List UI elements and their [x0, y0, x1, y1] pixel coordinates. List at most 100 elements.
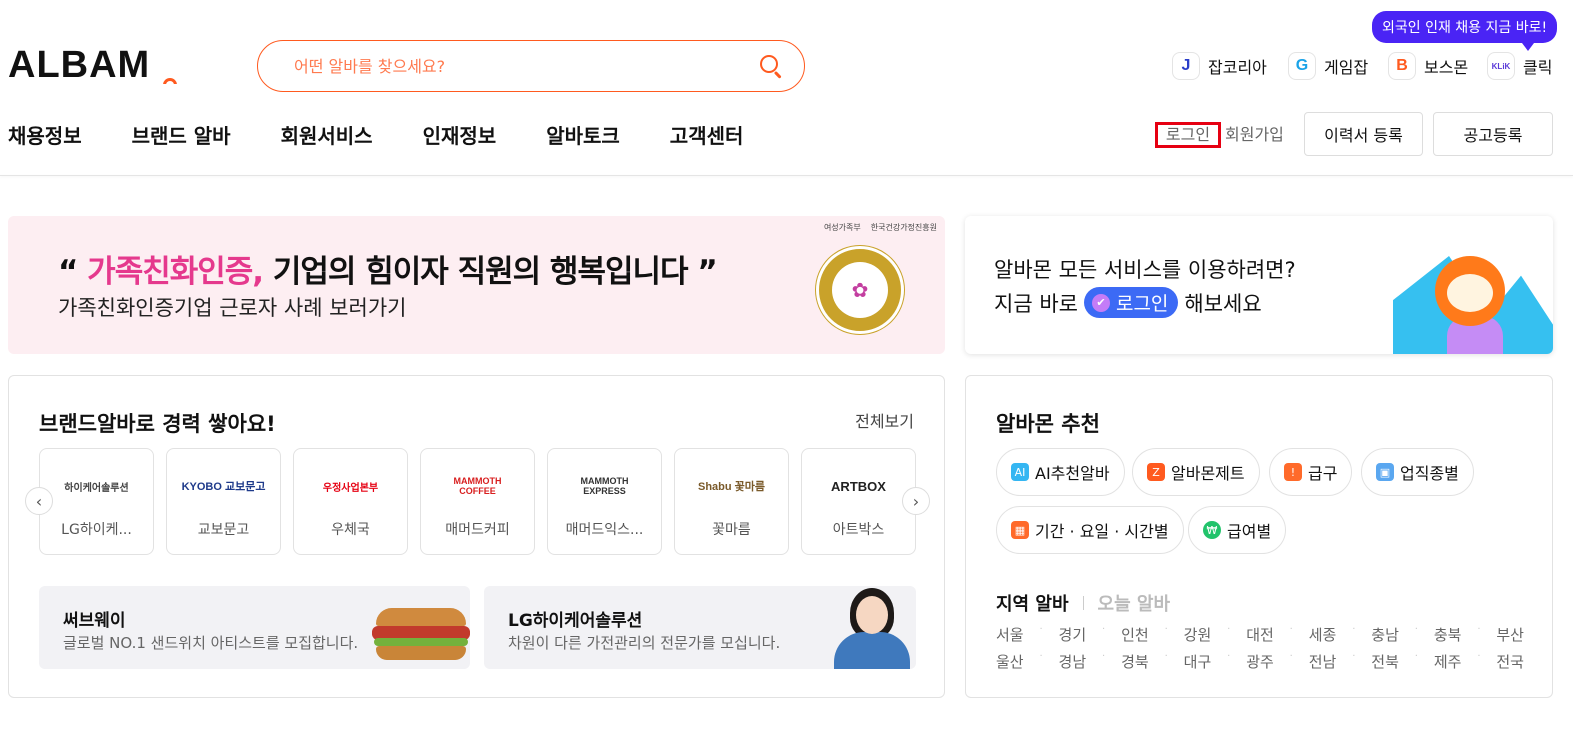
brand-card[interactable]: Shabu 꽃마름 꽃마름 — [674, 448, 789, 555]
region-link[interactable]: 부산 — [1496, 624, 1524, 645]
brand-name: LG하이케... — [61, 522, 132, 538]
region-list-row2: 울산 · 경남 · 경북 · 대구 · 광주 · 전남 · 전북 · 제주 · 전국 — [996, 651, 1524, 672]
chip-label: 알바몬제트 — [1171, 464, 1245, 483]
bossmon-icon: B — [1388, 52, 1416, 80]
region-link[interactable]: 전북 — [1371, 651, 1399, 672]
promo-card-lg-hicare[interactable]: LG하이케어솔루션 차원이 다른 가전관리의 전문가를 모십니다. — [484, 586, 916, 669]
brand-name: 매머드익스... — [565, 522, 644, 538]
tab-region-alba[interactable]: 지역 알바 — [996, 590, 1069, 616]
section-title: 브랜드알바로 경력 쌓아요! — [39, 412, 276, 436]
post-register-button[interactable]: 공고등록 — [1433, 112, 1553, 156]
region-link[interactable]: 충남 — [1371, 624, 1399, 645]
brand-logo: ARTBOX — [831, 478, 886, 494]
family-friendly-banner[interactable]: 여성가족부 한국건강가정진흥원 “ 가족친화인증, 기업의 힘이자 직원의 행복… — [8, 216, 945, 354]
foreign-talent-tooltip[interactable]: 외국인 인재 채용 지금 바로! — [1372, 11, 1558, 51]
region-link[interactable]: 강원 — [1184, 624, 1212, 645]
region-link[interactable]: 대구 — [1184, 651, 1212, 672]
prev-arrow-icon[interactable]: ‹ — [25, 487, 53, 515]
brand-logo: Shabu 꽃마름 — [697, 481, 766, 493]
nav-item-member[interactable]: 회원서비스 — [281, 120, 373, 149]
siren-icon: ! — [1284, 463, 1302, 481]
region-link[interactable]: 울산 — [996, 651, 1024, 672]
search-bar[interactable] — [257, 40, 805, 92]
brand-logo: 우정사업본부 — [322, 482, 379, 494]
gamejob-icon: G — [1288, 52, 1316, 80]
section-title: 알바몬 추천 — [996, 412, 1100, 436]
brand-card[interactable]: ARTBOX 아트박스 — [801, 448, 916, 555]
brand-name: 꽃마름 — [712, 522, 751, 538]
tab-today-alba[interactable]: 오늘 알바 — [1098, 590, 1171, 616]
albamon-recommend-section: 알바몬 추천 AI AI추천알바 Z 알바몬제트 ! 급구 ▣ 업직종별 ▦ 기… — [965, 375, 1553, 698]
nav-item-talent[interactable]: 인재정보 — [423, 120, 497, 149]
banner-headline: “ 가족친화인증, 기업의 힘이자 직원의 행복입니다 ” — [58, 246, 718, 291]
chip-period-day-time[interactable]: ▦ 기간 · 요일 · 시간별 — [996, 506, 1184, 554]
org-kihf: 한국건강가정진흥원 — [870, 223, 937, 232]
nav-item-brand[interactable]: 브랜드 알바 — [132, 120, 231, 149]
brand-card[interactable]: KYOBO 교보문고 교보문고 — [166, 448, 281, 555]
header-divider — [0, 175, 1573, 176]
chip-ai-recommend[interactable]: AI AI추천알바 — [996, 448, 1125, 496]
search-icon[interactable] — [758, 53, 784, 79]
region-link[interactable]: 경북 — [1121, 651, 1149, 672]
brand-logo: 하이케어솔루션 — [64, 482, 129, 494]
family-site-gamejob[interactable]: G 게임잡 — [1288, 52, 1368, 80]
chip-albamon-zet[interactable]: Z 알바몬제트 — [1132, 448, 1260, 496]
region-link[interactable]: 제주 — [1434, 651, 1462, 672]
login-link[interactable]: 로그인 — [1155, 122, 1221, 148]
region-link[interactable]: 충북 — [1434, 624, 1462, 645]
brand-card[interactable]: 하이케어솔루션 LG하이케... — [39, 448, 154, 555]
chip-label: 업직종별 — [1400, 464, 1459, 483]
view-all-link[interactable]: 전체보기 — [855, 408, 914, 432]
region-link[interactable]: 전남 — [1309, 651, 1337, 672]
nav-item-support[interactable]: 고객센터 — [670, 120, 744, 149]
chip-salary[interactable]: ₩ 급여별 — [1188, 506, 1287, 554]
region-link[interactable]: 인천 — [1121, 624, 1149, 645]
nav-item-talk[interactable]: 알바토크 — [546, 120, 620, 149]
ai-icon: AI — [1011, 463, 1029, 481]
promo-title: LG하이케어솔루션 — [508, 611, 643, 631]
check-icon: ✔ — [1091, 293, 1110, 312]
region-link[interactable]: 경기 — [1059, 624, 1087, 645]
chip-job-type[interactable]: ▣ 업직종별 — [1361, 448, 1474, 496]
login-prompt-box[interactable]: 알바몬 모든 서비스를 이용하려면? 지금 바로 ✔ 로그인 해보세요 — [965, 216, 1553, 354]
org-mogef: 여성가족부 — [823, 223, 861, 232]
calendar-icon: ▦ — [1011, 521, 1029, 539]
resume-register-button[interactable]: 이력서 등록 — [1304, 112, 1423, 156]
chip-urgent[interactable]: ! 급구 — [1269, 448, 1353, 496]
promo-desc: 차원이 다른 가전관리의 전문가를 모십니다. — [508, 634, 781, 652]
family-site-klik[interactable]: KLiK 클릭 — [1487, 52, 1552, 80]
nav-item-jobs[interactable]: 채용정보 — [8, 120, 82, 149]
banner-subline: 가족친화인증기업 근로자 사례 보러가기 — [58, 296, 407, 320]
region-list-row1: 서울 · 경기 · 인천 · 강원 · 대전 · 세종 · 충남 · 충북 · 부산 — [996, 624, 1524, 645]
jobkorea-icon: J — [1172, 52, 1200, 80]
logo-text: ALBAM — [8, 44, 151, 84]
brand-name: 우체국 — [331, 522, 370, 538]
family-site-label: 보스몬 — [1424, 58, 1469, 77]
join-link[interactable]: 회원가입 — [1225, 122, 1284, 148]
mascot-illustration — [1435, 256, 1505, 326]
region-link[interactable]: 대전 — [1246, 624, 1274, 645]
brand-card[interactable]: 우정사업본부 우체국 — [293, 448, 408, 555]
family-site-bossmon[interactable]: B 보스몬 — [1388, 52, 1468, 80]
logo-dot — [163, 78, 177, 84]
albamon-logo[interactable]: ALBAM — [8, 44, 178, 84]
login-pill-button[interactable]: ✔ 로그인 — [1083, 287, 1179, 318]
region-link[interactable]: 경남 — [1059, 651, 1087, 672]
promo-title: 써브웨이 — [63, 611, 126, 631]
region-link[interactable]: 광주 — [1246, 651, 1274, 672]
zet-icon: Z — [1147, 463, 1165, 481]
login-prompt-line1: 알바몬 모든 서비스를 이용하려면? — [994, 258, 1296, 282]
family-site-jobkorea[interactable]: J 잡코리아 — [1172, 52, 1267, 80]
search-input[interactable] — [294, 56, 758, 76]
region-link[interactable]: 세종 — [1309, 624, 1337, 645]
family-site-label: 잡코리아 — [1208, 58, 1267, 77]
brand-card[interactable]: MAMMOTH COFFEE 매머드커피 — [420, 448, 535, 555]
chip-label: 급여별 — [1227, 522, 1272, 541]
brand-card[interactable]: MAMMOTH EXPRESS 매머드익스... — [547, 448, 662, 555]
login-prompt-line2: 지금 바로 ✔ 로그인 해보세요 — [994, 287, 1262, 318]
next-arrow-icon[interactable]: › — [902, 487, 930, 515]
region-link[interactable]: 전국 — [1496, 651, 1524, 672]
promo-card-subway[interactable]: 써브웨이 글로벌 NO.1 샌드위치 아티스트를 모집합니다. — [39, 586, 470, 669]
region-link[interactable]: 서울 — [996, 624, 1024, 645]
won-icon: ₩ — [1203, 521, 1221, 539]
